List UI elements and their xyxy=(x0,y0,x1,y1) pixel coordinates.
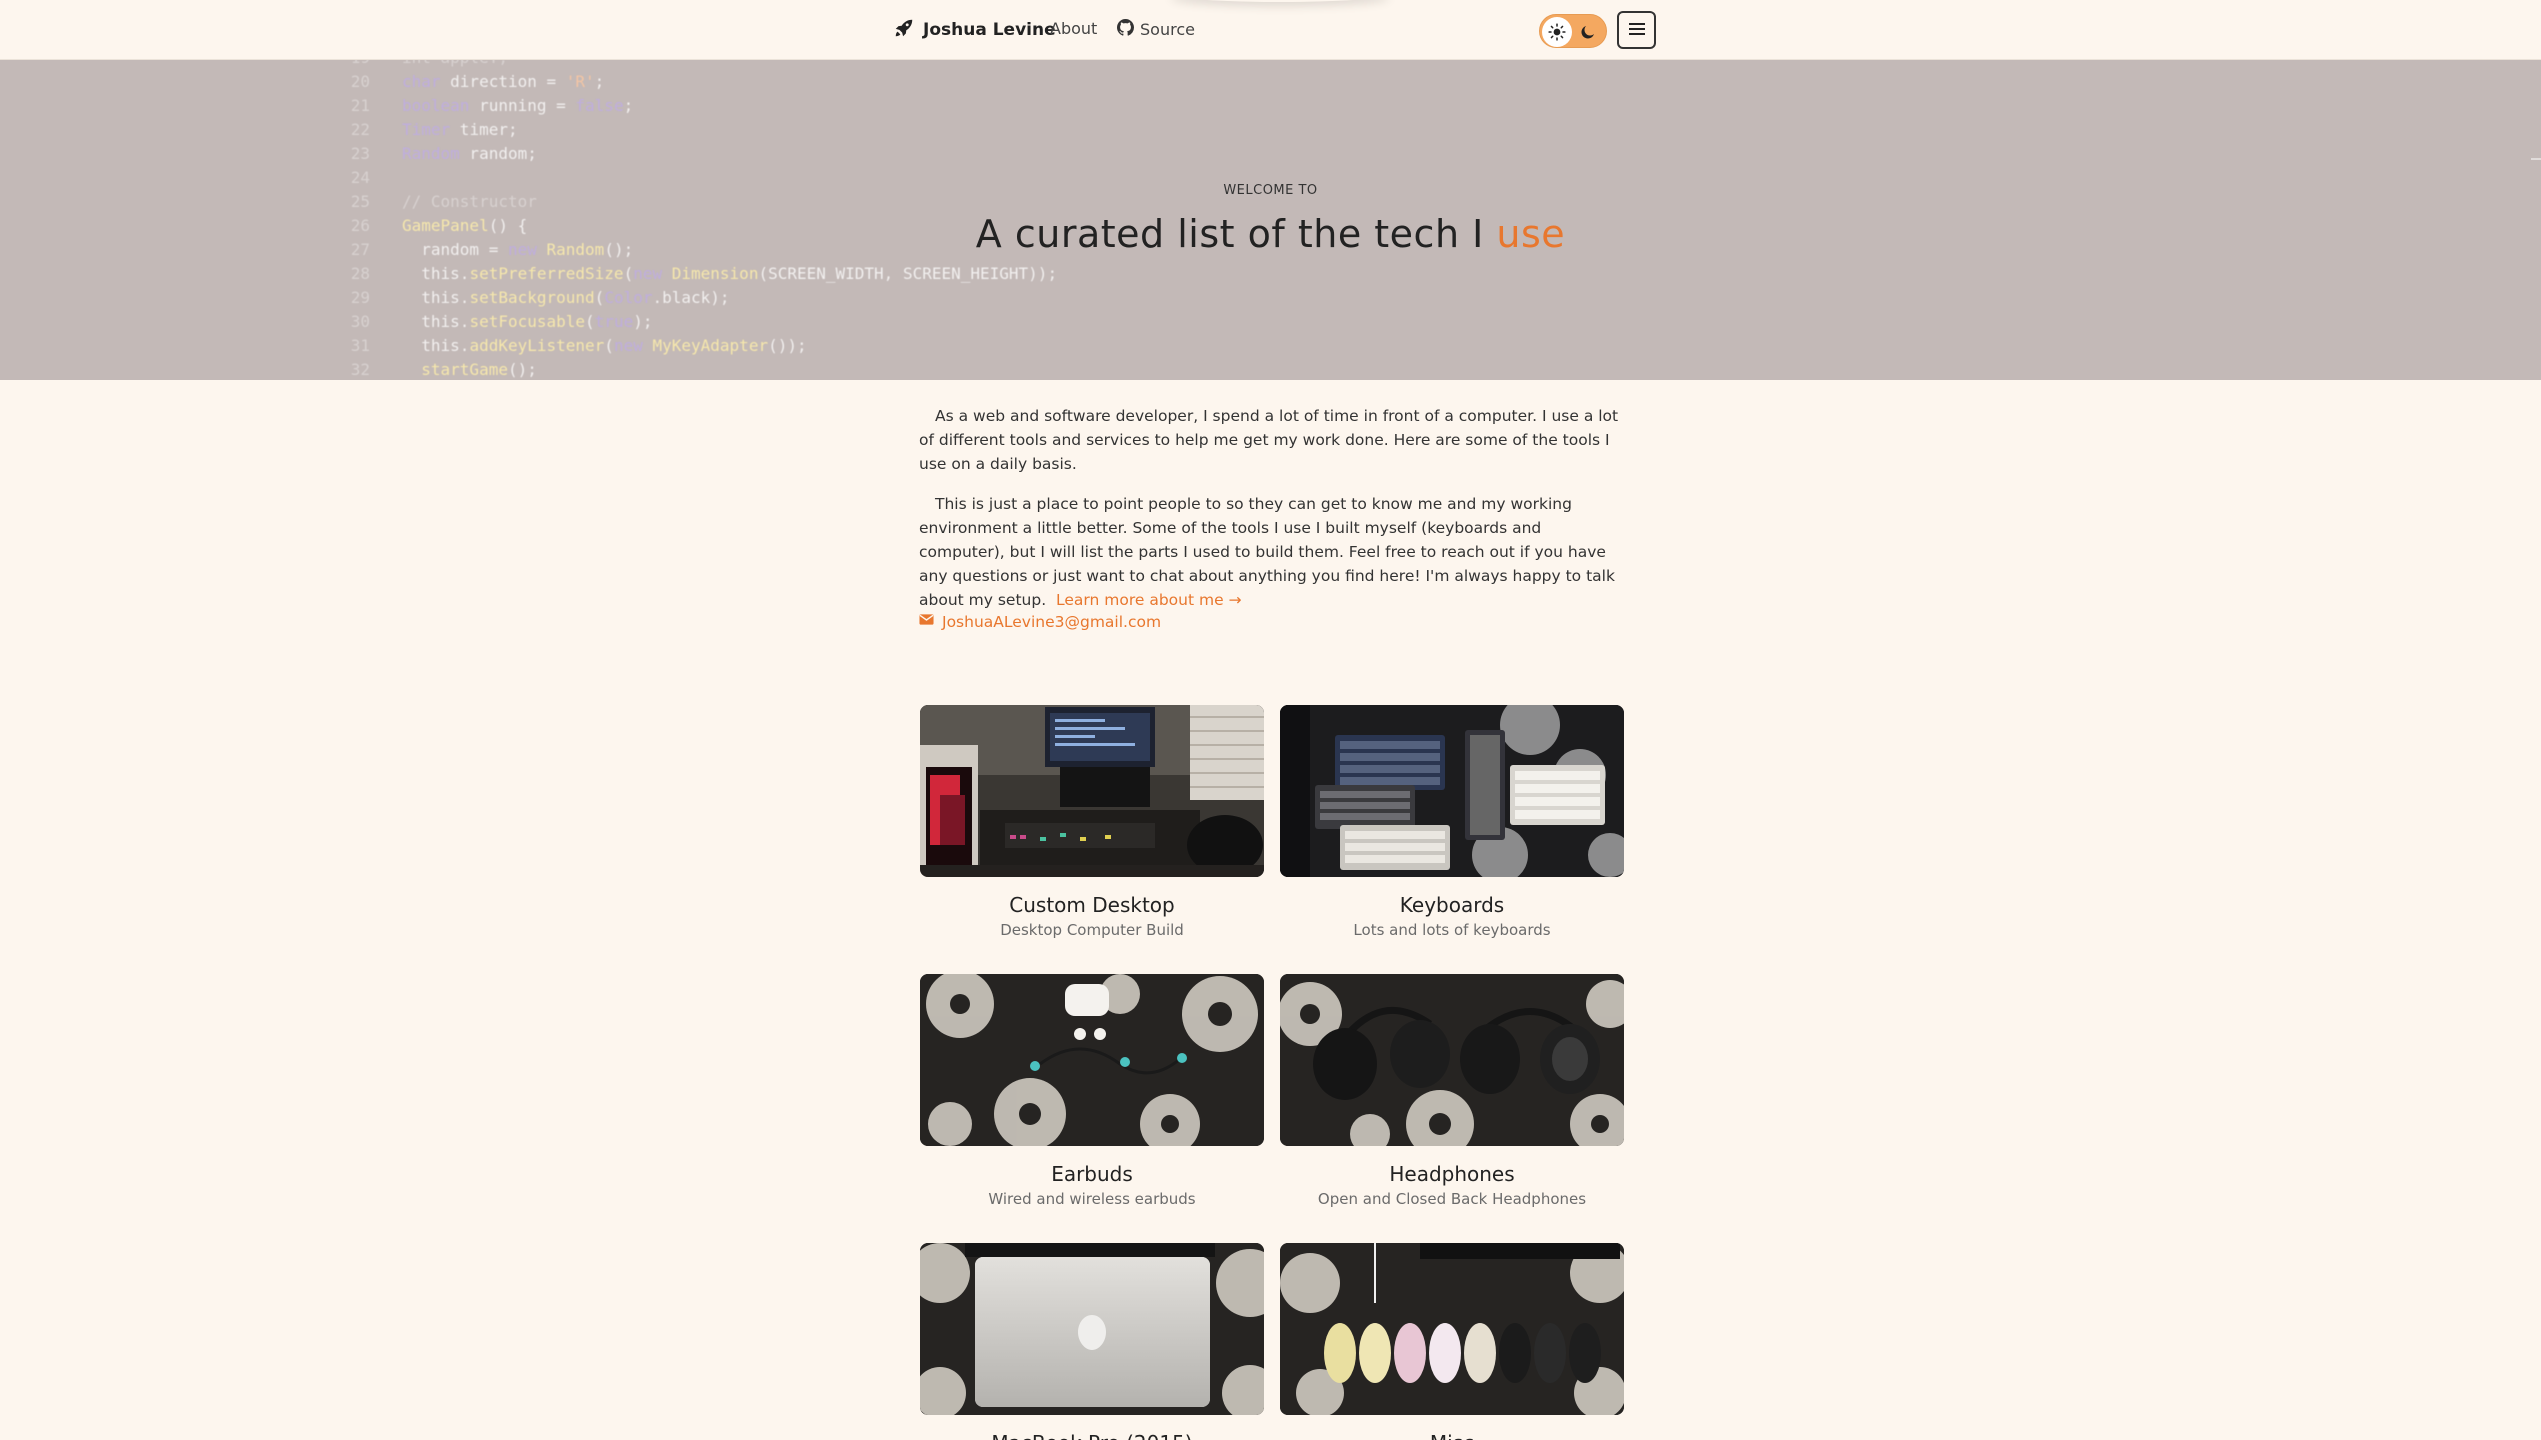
email-link[interactable]: JoshuaALevine3@gmail.com xyxy=(919,612,1161,631)
hero-banner: 19int appleY; 20char direction = 'R'; 21… xyxy=(0,60,2541,380)
hero-edge-marker xyxy=(2531,158,2541,160)
card-subtitle: Lots and lots of keyboards xyxy=(1353,921,1551,939)
card-headphones[interactable]: Headphones Open and Closed Back Headphon… xyxy=(1280,974,1624,1208)
macbook-photo xyxy=(920,1243,1264,1415)
nav-about-link[interactable]: About xyxy=(1050,19,1097,38)
earbuds-photo xyxy=(920,974,1264,1146)
mail-icon xyxy=(919,612,934,631)
hero-title-accent: use xyxy=(1496,212,1566,256)
learn-more-link[interactable]: Learn more about me → xyxy=(1056,591,1242,609)
hamburger-menu-icon xyxy=(1628,21,1645,40)
nav-source-label: Source xyxy=(1140,20,1195,39)
brand-link[interactable]: Joshua Levine xyxy=(893,16,1056,44)
nav-shadow-decoration xyxy=(1170,0,1390,2)
intro-paragraph-2: This is just a place to point people to … xyxy=(919,492,1624,612)
sun-icon xyxy=(1542,17,1572,47)
theme-toggle[interactable] xyxy=(1539,14,1607,48)
brand-name: Joshua Levine xyxy=(923,20,1056,40)
top-nav: Joshua Levine About Source xyxy=(0,0,2541,60)
intro-paragraph-2-text: This is just a place to point people to … xyxy=(919,495,1615,609)
mice-photo xyxy=(1280,1243,1624,1415)
card-misc[interactable]: Misc xyxy=(1280,1243,1624,1440)
card-macbook-pro[interactable]: MacBook Pro (2015) xyxy=(920,1243,1264,1440)
card-keyboards[interactable]: Keyboards Lots and lots of keyboards xyxy=(1280,705,1624,939)
hero-title: A curated list of the tech I use xyxy=(0,212,2541,256)
card-subtitle: Wired and wireless earbuds xyxy=(988,1190,1196,1208)
intro-section: As a web and software developer, I spend… xyxy=(919,404,1624,628)
card-title: MacBook Pro (2015) xyxy=(920,1431,1264,1440)
card-earbuds[interactable]: Earbuds Wired and wireless earbuds xyxy=(920,974,1264,1208)
hero-eyebrow: WELCOME TO xyxy=(1223,183,1318,198)
rocket-icon xyxy=(893,17,915,44)
email-address: JoshuaALevine3@gmail.com xyxy=(942,612,1162,631)
github-icon xyxy=(1117,19,1134,40)
headphones-photo xyxy=(1280,974,1624,1146)
hamburger-menu-button[interactable] xyxy=(1617,11,1656,49)
card-title: Headphones xyxy=(1389,1162,1515,1186)
card-subtitle: Desktop Computer Build xyxy=(1000,921,1184,939)
nav-about-label: About xyxy=(1050,19,1098,38)
moon-icon xyxy=(1578,22,1598,42)
desktop-photo xyxy=(920,705,1264,877)
card-title: Keyboards xyxy=(1399,893,1505,917)
card-subtitle: Open and Closed Back Headphones xyxy=(1317,1190,1587,1208)
card-title: Misc xyxy=(1280,1431,1624,1440)
nav-source-link[interactable]: Source xyxy=(1117,19,1195,40)
card-title: Custom Desktop xyxy=(1009,893,1175,917)
keyboards-photo xyxy=(1280,705,1624,877)
card-custom-desktop[interactable]: Custom Desktop Desktop Computer Build xyxy=(920,705,1264,939)
intro-paragraph-1: As a web and software developer, I spend… xyxy=(919,407,1619,473)
hero-title-main: A curated list of the tech I xyxy=(975,212,1484,256)
card-title: Earbuds xyxy=(1051,1162,1133,1186)
